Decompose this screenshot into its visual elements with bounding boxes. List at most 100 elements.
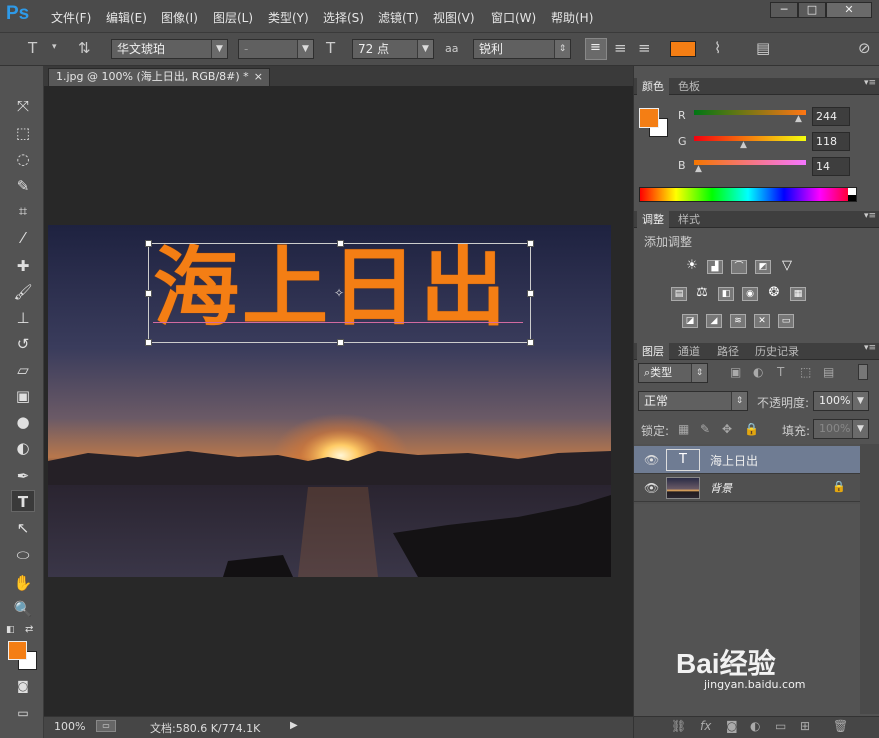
- reference-point-icon[interactable]: ✧: [334, 286, 344, 300]
- color-spectrum-bar[interactable]: [639, 187, 857, 202]
- gradient-map-icon[interactable]: ✕: [754, 314, 770, 328]
- marquee-tool-icon[interactable]: ⬚: [11, 122, 35, 144]
- g-value-input[interactable]: 118: [812, 132, 850, 151]
- handle-bottom-left[interactable]: [145, 339, 152, 346]
- layer-filter-select[interactable]: ⌕类型 ⇕: [638, 363, 708, 383]
- antialias-select[interactable]: 锐利 ⇕: [473, 39, 571, 59]
- blend-mode-select[interactable]: 正常 ⇕: [638, 391, 748, 411]
- swap-colors-icon[interactable]: ⇄: [25, 624, 33, 635]
- tab-swatches[interactable]: 色板: [673, 78, 705, 95]
- handle-middle-right[interactable]: [527, 290, 534, 297]
- lock-transparent-icon[interactable]: ▦: [678, 422, 689, 436]
- align-right-icon[interactable]: ≡: [638, 39, 651, 57]
- quick-mask-icon[interactable]: ◙: [11, 675, 35, 697]
- layer-row-background[interactable]: 👁 背景 🔒: [634, 474, 860, 502]
- menu-file[interactable]: 文件(F): [51, 9, 91, 26]
- default-colors-icon[interactable]: ◧: [6, 625, 15, 635]
- move-tool-icon[interactable]: ⤧: [11, 95, 35, 117]
- zoom-tool-icon[interactable]: 🔍: [11, 598, 35, 620]
- b-slider[interactable]: [694, 160, 806, 165]
- curves-icon[interactable]: ⌒: [731, 260, 747, 274]
- status-menu-arrow-icon[interactable]: ▶: [290, 720, 298, 731]
- zoom-level[interactable]: 100%: [54, 720, 85, 733]
- menu-filter[interactable]: 滤镜(T): [378, 9, 419, 26]
- visibility-eye-icon[interactable]: 👁: [644, 481, 659, 495]
- threshold-icon[interactable]: ≋: [730, 314, 746, 328]
- tab-color[interactable]: 颜色: [637, 78, 669, 95]
- hue-saturation-icon[interactable]: ▤: [671, 287, 687, 301]
- eraser-tool-icon[interactable]: ▱: [11, 359, 35, 381]
- b-value-input[interactable]: 14: [812, 157, 850, 176]
- align-left-button[interactable]: ≡: [585, 38, 607, 60]
- foreground-color-swatch[interactable]: [8, 641, 27, 660]
- menu-layer[interactable]: 图层(L): [213, 9, 253, 26]
- path-select-icon[interactable]: ↖: [11, 517, 35, 539]
- visibility-eye-icon[interactable]: 👁: [644, 453, 659, 467]
- chevron-down-icon[interactable]: ▾: [52, 42, 57, 52]
- layer-style-icon[interactable]: fx: [700, 719, 711, 733]
- channel-mixer-icon[interactable]: ❂: [766, 286, 782, 301]
- link-layers-icon[interactable]: ⛓: [671, 719, 686, 733]
- gradient-tool-icon[interactable]: ▣: [11, 385, 35, 407]
- panel-menu-icon[interactable]: ▾≡: [864, 343, 876, 353]
- layer-row-text[interactable]: 👁 T 海上日出: [634, 446, 860, 474]
- quick-select-tool-icon[interactable]: ✎: [11, 175, 35, 197]
- menu-type[interactable]: 类型(Y): [268, 9, 309, 26]
- posterize-icon[interactable]: ◢: [706, 314, 722, 328]
- g-slider-thumb[interactable]: ▲: [740, 140, 747, 150]
- color-lookup-icon[interactable]: ▦: [790, 287, 806, 301]
- tab-styles[interactable]: 样式: [673, 211, 705, 228]
- hand-tool-icon[interactable]: ✋: [11, 572, 35, 594]
- layers-scrollbar[interactable]: [860, 444, 879, 714]
- lasso-tool-icon[interactable]: ◌: [11, 148, 35, 170]
- tab-history[interactable]: 历史记录: [750, 343, 804, 360]
- align-center-icon[interactable]: ≡: [614, 39, 627, 57]
- handle-bottom-center[interactable]: [337, 339, 344, 346]
- pen-tool-icon[interactable]: ✒: [11, 465, 35, 487]
- handle-bottom-right[interactable]: [527, 339, 534, 346]
- black-white-icon[interactable]: ◧: [718, 287, 734, 301]
- r-slider[interactable]: [694, 110, 806, 115]
- adjust-filter-icon[interactable]: ◐: [753, 365, 763, 379]
- clone-stamp-icon[interactable]: ⊥: [11, 307, 35, 329]
- warp-text-icon[interactable]: ⌇: [714, 39, 721, 57]
- tab-layers[interactable]: 图层: [637, 343, 669, 360]
- new-adjustment-icon[interactable]: ◐: [750, 719, 760, 733]
- type-filter-icon[interactable]: T: [777, 365, 784, 379]
- minimize-button[interactable]: ─: [770, 2, 798, 18]
- tab-paths[interactable]: 路径: [712, 343, 744, 360]
- panel-menu-icon[interactable]: ▾≡: [864, 211, 876, 221]
- preview-icon[interactable]: ▭: [96, 720, 116, 732]
- b-slider-thumb[interactable]: ▲: [695, 164, 702, 174]
- document-tab[interactable]: 1.jpg @ 100% (海上日出, RGB/8#) * ×: [48, 68, 270, 86]
- new-layer-icon[interactable]: ⊞: [800, 719, 810, 733]
- cancel-icon[interactable]: ⊘: [858, 39, 871, 57]
- panel-menu-icon[interactable]: ▾≡: [864, 78, 876, 88]
- healing-brush-icon[interactable]: ✚: [11, 255, 35, 277]
- toggle-text-orientation-icon[interactable]: ⇅: [78, 39, 91, 57]
- levels-icon[interactable]: ▟: [707, 260, 723, 274]
- smart-object-filter-icon[interactable]: ▤: [823, 365, 834, 379]
- handle-top-left[interactable]: [145, 240, 152, 247]
- invert-icon[interactable]: ◪: [682, 314, 698, 328]
- menu-help[interactable]: 帮助(H): [551, 9, 593, 26]
- history-brush-icon[interactable]: ↺: [11, 333, 35, 355]
- close-window-button[interactable]: ✕: [826, 2, 872, 18]
- tab-channels[interactable]: 通道: [673, 343, 705, 360]
- filter-toggle[interactable]: [858, 364, 868, 380]
- text-color-swatch[interactable]: [670, 41, 696, 57]
- menu-view[interactable]: 视图(V): [433, 9, 475, 26]
- eyedropper-tool-icon[interactable]: ⁄: [11, 227, 35, 249]
- tab-adjustments[interactable]: 调整: [637, 211, 669, 228]
- screen-mode-icon[interactable]: ▭: [11, 702, 35, 724]
- layer-name[interactable]: 海上日出: [710, 452, 758, 469]
- font-size-select[interactable]: 72 点 ▼: [352, 39, 434, 59]
- add-mask-icon[interactable]: ◙: [726, 719, 738, 733]
- brightness-icon[interactable]: ☀: [684, 259, 700, 274]
- exposure-icon[interactable]: ◩: [755, 260, 771, 274]
- vibrance-icon[interactable]: ▽: [779, 259, 795, 274]
- handle-top-center[interactable]: [337, 240, 344, 247]
- fill-input[interactable]: 100% ▼: [813, 419, 869, 439]
- color-fg-swatch[interactable]: [639, 108, 659, 128]
- g-slider[interactable]: [694, 136, 806, 141]
